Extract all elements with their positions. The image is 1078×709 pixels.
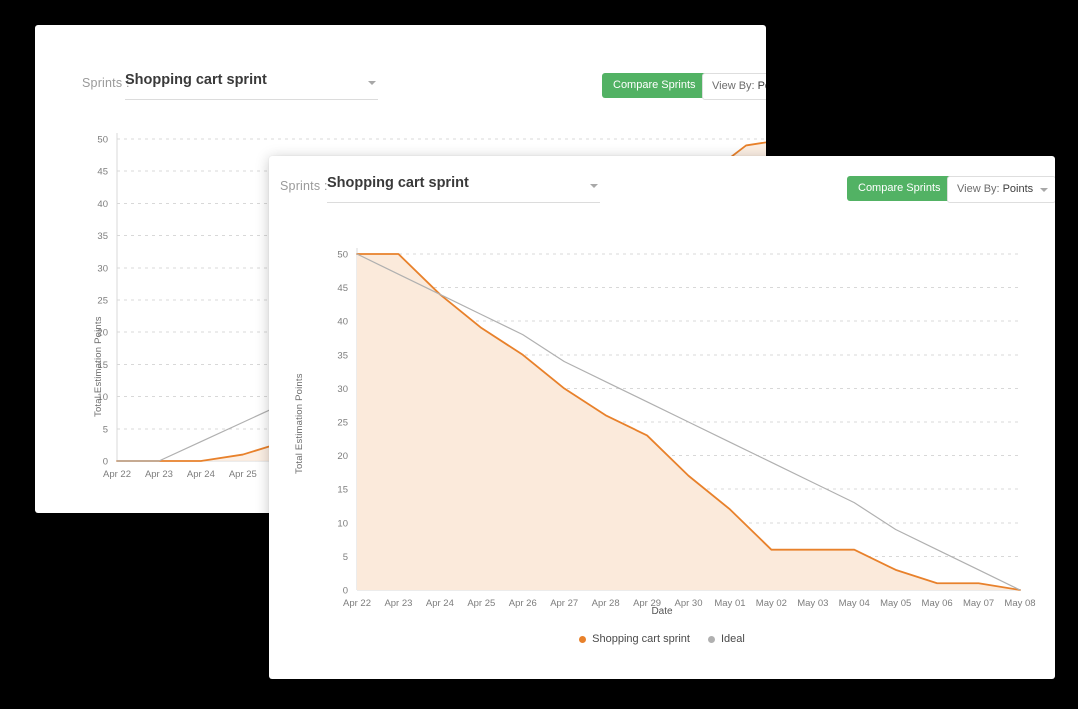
legend-label: Ideal (721, 633, 745, 645)
front-chart-svg: 05101520253035404550Apr 22Apr 23Apr 24Ap… (269, 218, 1055, 618)
y-axis-tick-label: 50 (97, 135, 108, 146)
y-axis-tick-label: 15 (337, 485, 348, 496)
y-axis-tick-label: 5 (343, 552, 348, 563)
view-by-value: Points (1003, 183, 1034, 195)
x-axis-tick-label: Apr 24 (187, 469, 215, 480)
front-y-axis-title: Total Estimation Points (294, 373, 305, 474)
back-panel-header: Sprints : Shopping cart sprint Compare S… (35, 25, 766, 87)
front-sprint-panel: Sprints : Shopping cart sprint Compare S… (269, 156, 1055, 679)
y-axis-tick-label: 25 (97, 296, 108, 307)
y-axis-tick-label: 10 (337, 518, 348, 529)
legend-dot-icon (579, 636, 586, 643)
y-axis-tick-label: 5 (103, 424, 108, 435)
chevron-down-icon (590, 184, 598, 188)
y-axis-tick-label: 45 (97, 167, 108, 178)
y-axis-tick-label: 35 (337, 350, 348, 361)
view-by-select[interactable]: View By:Points (947, 176, 1055, 203)
legend-item[interactable]: Shopping cart sprint (579, 633, 690, 645)
compare-sprints-button[interactable]: Compare Sprints (847, 176, 952, 201)
y-axis-tick-label: 25 (337, 418, 348, 429)
front-x-axis-title: Date (269, 606, 1055, 617)
x-axis-tick-label: Apr 22 (103, 469, 131, 480)
y-axis-tick-label: 45 (337, 283, 348, 294)
sprint-select[interactable]: Shopping cart sprint (327, 172, 600, 203)
front-panel-header: Sprints : Shopping cart sprint Compare S… (269, 156, 1055, 218)
y-axis-tick-label: 40 (337, 317, 348, 328)
y-axis-tick-label: 20 (337, 451, 348, 462)
front-burndown-chart: Total Estimation Points 0 5 10 15 20 25 30 35 40… (269, 218, 1055, 618)
chevron-down-icon (1040, 188, 1048, 192)
x-axis-tick-label: Apr 23 (145, 469, 173, 480)
chevron-down-icon (368, 81, 376, 85)
legend-dot-icon (708, 636, 715, 643)
y-axis-tick-label: 40 (97, 199, 108, 210)
view-by-label: View By: (957, 183, 1000, 195)
y-axis-tick-label: 30 (337, 384, 348, 395)
legend-item[interactable]: Ideal (708, 633, 745, 645)
y-axis-tick-label: 0 (343, 586, 348, 597)
y-axis-tick-label: 35 (97, 231, 108, 242)
back-y-axis-title: Total Estimation Points (93, 316, 104, 417)
y-axis-tick-label: 0 (103, 457, 108, 468)
y-axis-tick-label: 50 (337, 250, 348, 261)
sprint-select-value: Shopping cart sprint (327, 175, 469, 191)
y-axis-tick-label: 30 (97, 263, 108, 274)
chart-legend: Shopping cart sprint Ideal (269, 633, 1055, 645)
legend-label: Shopping cart sprint (592, 633, 690, 645)
sprint-select-value: Shopping cart sprint (125, 72, 267, 88)
x-axis-tick-label: Apr 25 (229, 469, 257, 480)
sprints-label: Sprints : (280, 179, 328, 193)
